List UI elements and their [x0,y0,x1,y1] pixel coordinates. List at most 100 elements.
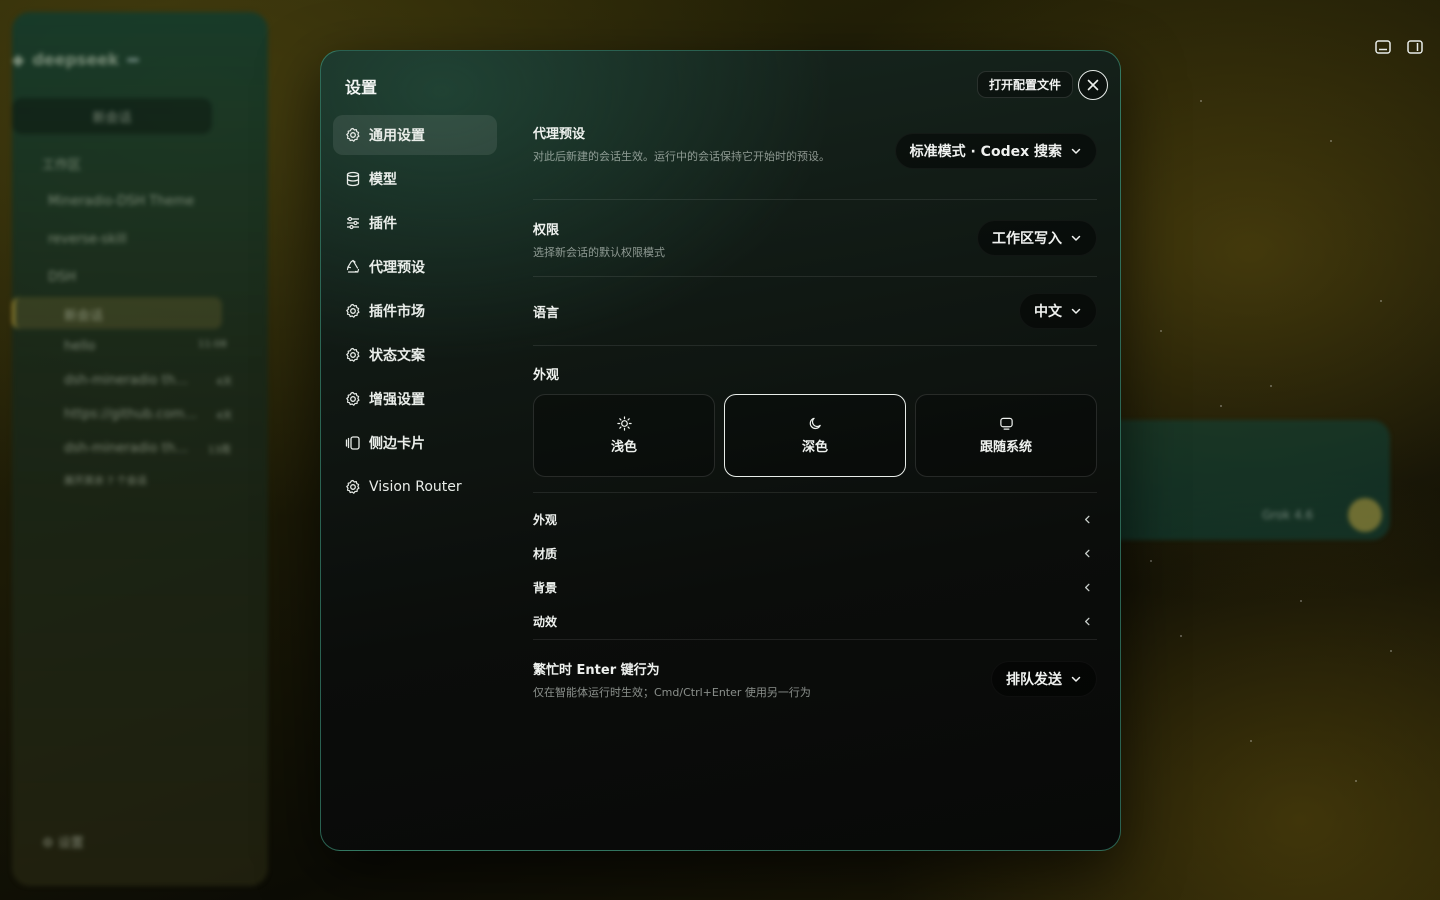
cards-icon [345,436,360,450]
nav-item-agent-presets[interactable]: 代理预设 [333,247,497,287]
nav-item-plugins[interactable]: 插件 [333,203,497,243]
setting-description: 对此后新建的会话生效。运行中的会话保持它开始时的预设。 [533,150,830,163]
nav-label: Vision Router [369,479,462,495]
dropdown-value: 中文 [1034,304,1062,320]
sun-icon [616,416,632,431]
close-button[interactable] [1078,70,1108,100]
gear-icon [346,347,360,362]
chat-item[interactable]: https://github.com… [64,407,197,422]
language-dropdown[interactable]: 中文 [1019,293,1097,329]
chevron-down-icon [1071,676,1081,682]
nav-label: 侧边卡片 [369,436,425,452]
chat-time: 4天 [216,377,233,388]
section-label: 动效 [533,614,558,629]
dropdown-value: 工作区写入 [992,231,1062,247]
permission-dropdown[interactable]: 工作区写入 [977,220,1097,256]
moon-icon [809,417,821,430]
settings-nav: 通用设置 模型 插件 代理预设 插件市场 状态文案 增强设置 侧边卡片 Visi… [333,115,497,511]
section-motion[interactable]: 动效 [533,604,1097,638]
section-appearance[interactable]: 外观 [533,502,1097,536]
chat-time: 13周 [208,445,231,456]
gear-icon: ⚙ [42,836,54,851]
nav-label: 状态文案 [369,348,425,364]
chevron-down-icon [1071,308,1081,314]
language-setting: 语言 中文 [533,277,1097,346]
nav-label: 插件市场 [369,304,425,320]
open-config-button[interactable]: 打开配置文件 [977,71,1074,98]
chevron-left-icon [1085,515,1090,523]
dropdown-value: 标准模式 · Codex 搜索 [909,144,1062,160]
theme-label: 跟随系统 [979,440,1032,455]
appearance-sections: 外观 材质 背景 动效 [533,493,1097,640]
dropdown-value: 排队发送 [1006,672,1062,688]
section-material[interactable]: 材质 [533,536,1097,570]
theme-label: 深色 [801,440,828,455]
background-composer-card: Grok 4.6 [1100,420,1390,540]
agent-preset-dropdown[interactable]: 标准模式 · Codex 搜索 [894,133,1097,169]
project-item[interactable]: reverse-skill [48,232,127,247]
theme-system-option[interactable]: 跟随系统 [915,394,1097,477]
agent-preset-setting: 代理预设 对此后新建的会话生效。运行中的会话保持它开始时的预设。 标准模式 · … [533,113,1097,200]
chevron-left-icon [1085,583,1090,591]
new-chat-button[interactable]: 新会话 [12,98,212,134]
recycle-icon [346,259,360,273]
nav-item-plugin-market[interactable]: 插件市场 [333,291,497,331]
dialog-title: 设置 [345,78,378,97]
chat-item[interactable]: dsh-mineradio th… [64,441,188,456]
chat-time: 11:08 [198,339,227,350]
close-icon [1087,79,1099,91]
avatar [1348,498,1382,532]
gear-icon [346,479,360,494]
setting-title: 外观 [533,368,560,383]
settings-dialog: 设置 打开配置文件 通用设置 模型 插件 代理预设 插件市场 状态文案 增强设置… [320,50,1121,851]
section-label: 外观 [533,512,558,527]
workspace-label: 工作区 [42,158,82,173]
monitor-icon [999,417,1013,430]
background-sidebar: ◆ deepseek 新会话 工作区 Mineradio-DSH Theme r… [12,12,268,886]
nav-label: 增强设置 [369,392,425,408]
settings-content: 代理预设 对此后新建的会话生效。运行中的会话保持它开始时的预设。 标准模式 · … [533,113,1097,710]
nav-item-status-text[interactable]: 状态文案 [333,335,497,375]
setting-title: 语言 [533,306,560,321]
gear-icon [346,303,360,318]
chevron-left-icon [1085,617,1090,625]
nav-item-side-cards[interactable]: 侧边卡片 [333,423,497,463]
chevron-left-icon [1085,549,1090,557]
database-icon [346,171,360,187]
panel-right-icon[interactable] [1406,38,1424,56]
nav-item-enhanced[interactable]: 增强设置 [333,379,497,419]
sidebar-settings-button[interactable]: ⚙ 设置 [42,832,84,851]
busy-enter-dropdown[interactable]: 排队发送 [991,661,1097,697]
project-item[interactable]: Mineradio-DSH Theme [48,194,194,209]
nav-item-models[interactable]: 模型 [333,159,497,199]
theme-light-option[interactable]: 浅色 [533,394,715,477]
app-logo: ◆ deepseek [12,50,139,69]
nav-label: 模型 [369,172,397,188]
section-background[interactable]: 背景 [533,570,1097,604]
nav-label: 插件 [369,216,397,232]
chat-item-active[interactable] [12,297,222,329]
whale-logo-icon: ◆ [12,50,25,69]
nav-item-general[interactable]: 通用设置 [333,115,497,155]
theme-options: 浅色 深色 跟随系统 [533,394,1097,477]
gear-icon [346,127,360,142]
more-chats-link[interactable]: 展开其余 7 个会话 [64,472,147,487]
chat-item[interactable]: 新会话 [64,305,103,324]
busy-enter-setting: 繁忙时 Enter 键行为 仅在智能体运行时生效；Cmd/Ctrl+Enter … [533,640,1097,710]
permission-setting: 权限 选择新会话的默认权限模式 工作区写入 [533,200,1097,277]
nav-label: 代理预设 [369,260,425,276]
nav-item-vision-router[interactable]: Vision Router [333,467,497,507]
nav-label: 通用设置 [369,128,425,144]
panel-bottom-icon[interactable] [1374,38,1392,56]
model-selector: Grok 4.6 [1262,508,1314,522]
chat-item[interactable]: hello [64,339,95,354]
chat-item[interactable]: dsh-mineradio th… [64,373,188,388]
section-label: 材质 [533,546,558,561]
app-badge [126,57,139,62]
project-item[interactable]: DSH [48,270,76,285]
theme-dark-option[interactable]: 深色 [724,394,906,477]
setting-description: 选择新会话的默认权限模式 [533,246,665,259]
window-toolbar [1374,38,1424,56]
chevron-down-icon [1071,148,1081,154]
setting-description: 仅在智能体运行时生效；Cmd/Ctrl+Enter 使用另一行为 [533,686,811,699]
